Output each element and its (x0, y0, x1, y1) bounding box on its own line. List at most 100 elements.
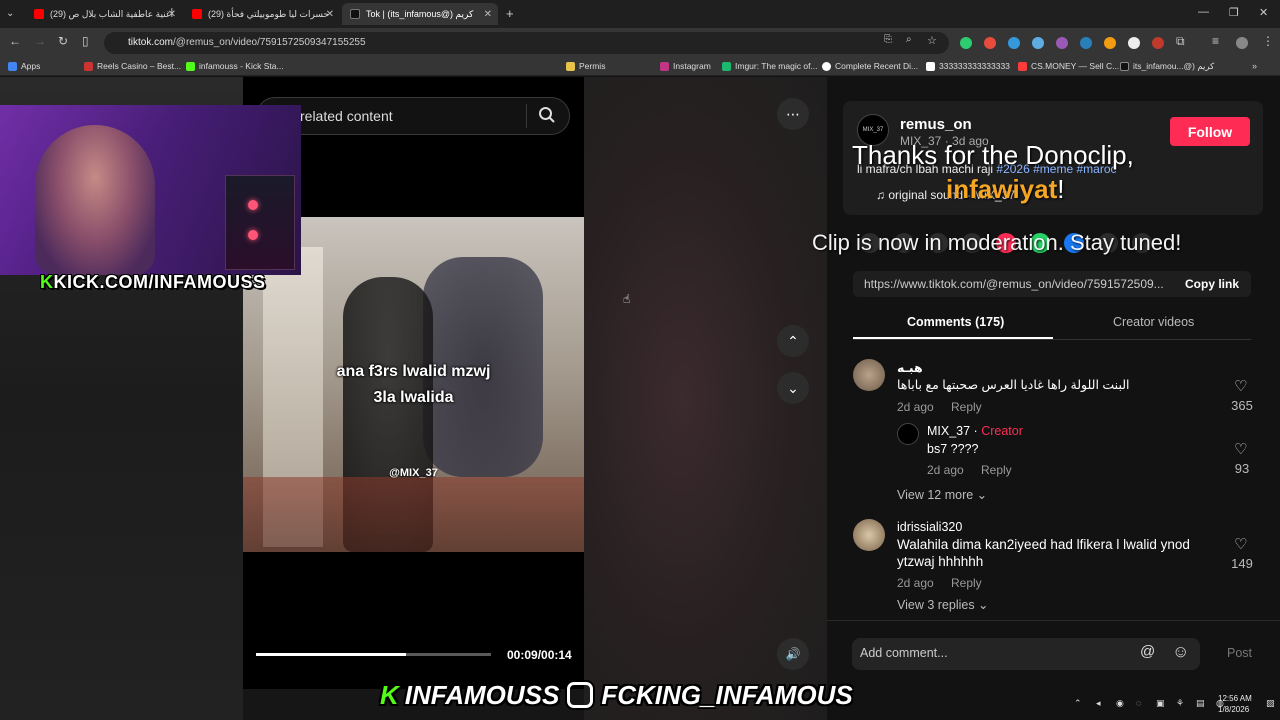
view-more-replies[interactable]: View 3 replies ⌄ (897, 597, 989, 612)
follow-button[interactable]: Follow (1170, 117, 1250, 146)
puzzle-icon[interactable]: ⧉ (1176, 34, 1185, 49)
star-icon[interactable]: ☆ (927, 34, 937, 47)
tab-bar: ⌄ (29) أغنية عاطفية الشاب بلال ص ✕ (29) … (0, 0, 1280, 28)
maximize-button[interactable]: ❐ (1229, 6, 1239, 19)
notifications-icon[interactable]: ▨ (1266, 698, 1275, 709)
close-icon[interactable]: ✕ (326, 9, 334, 20)
sidepanel-icon[interactable]: ▯ (82, 34, 89, 48)
extension-icon[interactable] (1056, 37, 1068, 49)
search-icon[interactable] (538, 106, 556, 129)
extension-icon[interactable] (1152, 37, 1164, 49)
copy-link-button[interactable]: Copy link (1185, 277, 1239, 291)
close-window-button[interactable]: ✕ (1259, 6, 1268, 19)
comment-divider (827, 620, 1280, 621)
extension-icon[interactable] (1128, 37, 1140, 49)
new-tab-button[interactable]: + (506, 6, 514, 21)
forward-icon[interactable]: → (34, 34, 46, 48)
extension-icon[interactable] (1008, 37, 1020, 49)
more-options-button[interactable]: ⋯ (777, 98, 809, 130)
bookmark-permis[interactable]: Permis (566, 61, 605, 71)
clock-time[interactable]: 12:56 AM (1218, 694, 1252, 703)
reply-button[interactable]: Reply (981, 463, 1012, 477)
extension-icon[interactable] (984, 37, 996, 49)
close-icon[interactable]: ✕ (168, 9, 176, 20)
tray-app-icon[interactable]: ▤ (1196, 698, 1205, 709)
heart-icon[interactable]: ♡ (1234, 535, 1247, 553)
bookmark-csmoney[interactable]: CS.MONEY — Sell C... (1018, 61, 1119, 71)
bookmark-kick[interactable]: infamouss - Kick Sta... (186, 61, 284, 71)
tray-app-icon[interactable]: ▣ (1156, 698, 1165, 709)
network-icon[interactable]: ◌ (1136, 698, 1141, 708)
tray-chevron-icon[interactable]: ⌃ (1074, 698, 1082, 709)
tray-app-icon[interactable]: ◂ (1096, 698, 1101, 709)
reload-icon[interactable]: ↻ (58, 34, 68, 48)
instagram-icon (660, 61, 669, 71)
extension-icon[interactable] (1032, 37, 1044, 49)
donoclip-bang: ! (1057, 174, 1065, 204)
bookmark-github[interactable]: Complete Recent Di... (822, 61, 918, 71)
reply-button[interactable]: Reply (951, 400, 982, 414)
mention-icon[interactable]: @ (1140, 643, 1155, 660)
back-icon[interactable]: ← (9, 34, 21, 48)
bookmark-tiktok[interactable]: its_infamou...@) كريم (1120, 61, 1214, 72)
video-link-url[interactable]: https://www.tiktok.com/@remus_on/video/7… (864, 277, 1164, 291)
bookmarks-overflow-icon[interactable]: » (1252, 61, 1257, 71)
tab-comments[interactable]: Comments (175) (907, 315, 1004, 329)
kebab-menu-icon[interactable]: ⋮ (1262, 34, 1274, 48)
webcam-pc-case (225, 175, 295, 270)
avatar[interactable] (897, 423, 919, 445)
bookmark-apps[interactable]: Apps (8, 61, 40, 71)
browser-tab-3-active[interactable]: Tok | (its_infamous@) كريم ✕ (342, 3, 498, 25)
bookmark-favicon (722, 61, 731, 71)
heart-icon[interactable]: ♡ (1234, 377, 1247, 395)
zoom-icon[interactable]: ⌕ (906, 34, 912, 45)
comment-time: 2d ago (927, 463, 964, 477)
menu-lines-icon[interactable]: ≡ (1212, 34, 1219, 48)
bookmark-label: Reels Casino – Best... (97, 61, 182, 71)
extension-icon[interactable] (1104, 37, 1116, 49)
tab-search-icon[interactable]: ⌄ (6, 8, 14, 19)
bookmark-333[interactable]: 333333333333333 (926, 61, 1010, 71)
progress-bar[interactable] (256, 653, 491, 656)
emoji-icon[interactable]: ☺ (1172, 642, 1189, 662)
browser-tab-2[interactable]: (29) حسرات ليا طوموبيلتي فحأة ✕ (184, 3, 340, 25)
avatar[interactable] (853, 519, 885, 551)
progress-fill (256, 653, 407, 656)
comment-author[interactable]: MIX_37 · Creator (927, 424, 1023, 438)
discord-icon[interactable]: ◉ (1116, 698, 1124, 709)
bookmark-instagram[interactable]: Instagram (660, 61, 711, 71)
close-icon[interactable]: ✕ (484, 9, 492, 20)
previous-video-button[interactable]: ⌃ (777, 325, 809, 357)
post-comment-button[interactable]: Post (1227, 646, 1252, 660)
add-comment-placeholder: Add comment... (860, 646, 948, 660)
clock-date[interactable]: 1/8/2026 (1218, 705, 1249, 714)
url-input[interactable]: tiktok.com/@remus_on/video/7591572509347… (104, 32, 949, 54)
extension-icon[interactable] (1080, 37, 1092, 49)
profile-avatar[interactable] (1236, 37, 1248, 49)
bookmark-label: its_infamou...@) كريم (1133, 61, 1215, 71)
avatar[interactable] (853, 359, 885, 391)
tray-app-icon[interactable]: ⚘ (1176, 698, 1184, 709)
extension-icon[interactable] (960, 37, 972, 49)
comment-author[interactable]: هبـه (897, 360, 923, 375)
video-caption-line: ana f3rs lwalid mzwj (336, 363, 491, 380)
url-path: /@remus_on/video/7591572509347155255 (173, 37, 366, 48)
bookmark-reels-casino[interactable]: Reels Casino – Best... (84, 61, 181, 71)
heart-icon[interactable]: ♡ (1234, 440, 1247, 458)
comment-author[interactable]: idrissiali320 (897, 520, 962, 534)
browser-tab-1[interactable]: (29) أغنية عاطفية الشاب بلال ص ✕ (26, 3, 182, 25)
social-handles-banner: K INFAMOUSS FCKING_INFAMOUS (380, 676, 928, 714)
next-video-button[interactable]: ⌄ (777, 372, 809, 404)
kick-logo: K (380, 679, 399, 710)
webcam-overlay (0, 105, 301, 275)
bookmark-label: Imgur: The magic of... (735, 61, 818, 71)
minimize-button[interactable]: — (1198, 6, 1209, 18)
username[interactable]: remus_on (900, 116, 972, 133)
cast-icon[interactable]: ⎘ (884, 34, 892, 45)
reply-button[interactable]: Reply (951, 576, 982, 590)
tab-creator-videos[interactable]: Creator videos (1113, 315, 1194, 329)
github-icon (822, 61, 831, 71)
view-more-replies[interactable]: View 12 more ⌄ (897, 487, 987, 502)
bookmark-imgur[interactable]: Imgur: The magic of... (722, 61, 818, 71)
volume-button[interactable]: 🔊 (777, 638, 809, 670)
